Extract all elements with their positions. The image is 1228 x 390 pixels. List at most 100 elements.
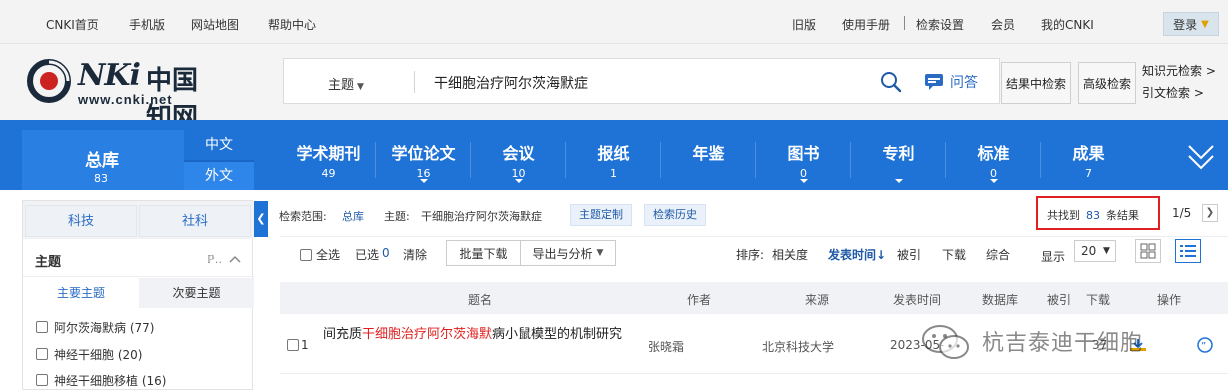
member-link[interactable]: 会员 [991,16,1015,33]
manual-link[interactable]: 使用手册 [842,16,890,33]
select-all-checkbox[interactable]: 全选 [300,246,340,263]
sort-comprehensive[interactable]: 综合 [986,246,1010,263]
sitemap-link[interactable]: 网站地图 [191,16,239,33]
tab-achievements[interactable]: 成果 7 [1041,130,1136,190]
page-size-select[interactable]: 20 ▼ [1074,240,1116,262]
title-highlight: 干细胞治疗阿尔茨海默 [362,327,493,342]
checkbox[interactable] [36,348,48,360]
section-title: 主题 [35,255,62,270]
batch-download-button[interactable]: 批量下载 [446,240,521,266]
tab-social-science[interactable]: 社科 [139,205,251,237]
col-citations: 被引 [1047,293,1072,307]
cnki-home-link[interactable]: CNKI首页 [46,16,99,33]
old-version-link[interactable]: 旧版 [792,16,816,33]
sort-citations[interactable]: 被引 [897,246,921,263]
tab-count: 7 [1085,167,1092,180]
tab-newspapers[interactable]: 报纸 1 [566,130,661,190]
search-field-select[interactable]: 主题 ▼ [328,74,364,93]
chevron-down-icon [515,179,523,183]
search-icon[interactable] [880,71,902,93]
tab-count: 49 [321,167,336,180]
chevron-up-icon[interactable] [229,255,241,263]
search-settings-link[interactable]: 检索设置 [916,16,964,33]
advanced-search-button[interactable]: 高级检索 [1078,62,1136,104]
col-database: 数据库 [982,293,1019,307]
top-bar: CNKI首页 手机版 网站地图 帮助中心 旧版 使用手册 检索设置 会员 我的C… [0,0,1228,44]
found-prefix: 共找到 [1047,209,1080,222]
result-source[interactable]: 北京科技大学 [762,338,834,355]
filter-item[interactable]: 神经干细胞 (20) [36,345,142,363]
topic-custom-button[interactable]: 主题定制 [570,204,632,226]
row-select[interactable]: 1 [287,338,309,352]
filter-item[interactable]: 阿尔茨海默病 (77) [36,318,154,336]
list-view-button[interactable] [1175,239,1201,263]
result-author[interactable]: 张晓霜 [648,338,684,355]
help-link[interactable]: 帮助中心 [268,16,316,33]
search-input[interactable]: 干细胞治疗阿尔茨海默症 [434,73,588,93]
result-count-box: 共找到 83 条结果 [1036,196,1160,230]
filter-item[interactable]: 神经干细胞移植 (16) [36,371,166,389]
tab-count: 1 [610,167,617,180]
filter-sidebar: 科技 社科 主题 ℙ․․ 主要主题 次要主题 阿尔茨海默病 (77) 神经干细胞… [22,200,254,390]
clear-link[interactable]: 清除 [403,246,427,263]
checkbox[interactable] [300,248,312,261]
tab-patents[interactable]: 专利 [851,130,946,190]
col-actions: 操作 [1157,293,1182,307]
tab-standards[interactable]: 标准 0 [946,130,1041,190]
citation-search-link[interactable]: 引文检索 > [1142,84,1204,101]
export-analysis-button[interactable]: 导出与分析 ▼ [520,240,616,266]
tab-science[interactable]: 科技 [25,205,137,237]
tab-conferences[interactable]: 会议 10 [471,130,566,190]
tab-secondary-topic[interactable]: 次要主题 [139,278,254,308]
tab-theses[interactable]: 学位论文 16 [376,130,471,190]
result-title-link[interactable]: 间充质干细胞治疗阿尔茨海默病小鼠模型的机制研究 [323,325,643,345]
tab-total-library[interactable]: 总库 83 [22,130,184,190]
title-part: 间充质 [323,327,363,342]
scope-value: 总库 [342,210,364,223]
expand-chevron-icon[interactable] [1186,138,1216,174]
topic-section-header[interactable]: 主题 ℙ․․ [23,241,254,277]
tab-foreign[interactable]: 外文 [184,162,254,190]
tab-main-topic[interactable]: 主要主题 [23,278,139,308]
chevron-down-icon [990,179,998,183]
checkbox[interactable] [287,339,299,351]
chart-icon[interactable]: ℙ․․ [207,253,222,266]
tab-chinese[interactable]: 中文 [184,130,254,160]
logo-globe-icon [27,59,71,103]
collapse-sidebar-button[interactable]: ❮ [254,201,268,237]
sort-relevance[interactable]: 相关度 [772,246,808,263]
col-title: 题名 [468,293,493,307]
tab-journals[interactable]: 学术期刊 49 [281,130,376,190]
search-in-results-button[interactable]: 结果中检索 [1001,62,1071,104]
sort-publish-time[interactable]: 发表时间↓ [828,246,886,263]
checkbox[interactable] [36,321,48,333]
display-label: 显示 [1041,250,1066,264]
knowledge-search-link[interactable]: 知识元检索 > [1142,62,1216,79]
tab-label: 学术期刊 [296,144,361,163]
tab-books[interactable]: 图书 0 [756,130,851,190]
tab-label: 图书 [787,144,820,163]
quote-icon[interactable]: ” [1197,337,1213,353]
header: NKi 中国知网 www.cnki.net 主题 ▼ 干细胞治疗阿尔茨海默症 问答… [0,44,1228,133]
checkbox[interactable] [36,374,48,386]
found-count: 83 [1086,209,1100,222]
chevron-down-icon [800,179,808,183]
sort-downloads[interactable]: 下载 [942,246,966,263]
search-history-button[interactable]: 检索历史 [644,204,706,226]
grid-view-button[interactable] [1135,239,1161,263]
page-size-value: 20 [1081,244,1097,258]
watermark-text: 杭吉泰迪干细胞 [982,331,1144,356]
tab-yearbooks[interactable]: 年鉴 [661,130,756,190]
tab-label: 总库 [85,151,119,171]
my-cnki-link[interactable]: 我的CNKI [1041,16,1094,33]
select-all-label: 全选 [316,248,341,262]
ask-button[interactable]: 问答 [924,71,978,93]
cnki-logo[interactable]: NKi 中国知网 www.cnki.net [26,56,211,133]
tab-label: 标准 [977,144,1010,163]
logo-url: www.cnki.net [78,92,173,107]
mobile-link[interactable]: 手机版 [129,16,165,33]
topic-label: 主题: [384,210,410,223]
login-button[interactable]: 登录 ▼ [1163,12,1219,36]
next-page-button[interactable]: ❯ [1202,204,1218,222]
svg-text:”: ” [1201,341,1206,352]
